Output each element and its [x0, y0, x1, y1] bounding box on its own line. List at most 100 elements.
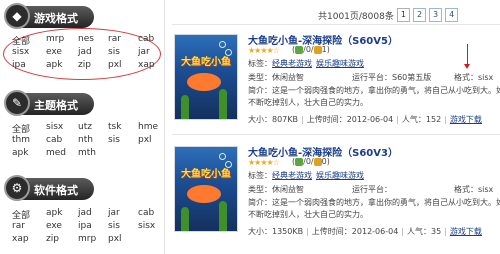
format-link[interactable]: rar [108, 34, 121, 44]
format-link[interactable]: cab [138, 208, 154, 218]
rating-stars: ★★★★☆ [248, 158, 280, 167]
format-link[interactable]: ipa [78, 221, 92, 231]
format-link[interactable]: zip [78, 60, 91, 70]
platform-label: 运行平台： [352, 73, 392, 82]
page-link[interactable]: 1 [396, 8, 410, 22]
date-label: 上传时间： [306, 115, 347, 124]
pagination: 共1001页/8008条 1 2 3 4 [318, 8, 459, 22]
vote-down-count: 0 [321, 157, 327, 166]
format-link[interactable]: rar [12, 221, 25, 231]
theme-formats-title: 主题格式 [34, 99, 78, 112]
popularity-value: 35 [431, 227, 442, 236]
tags-label: 标签： [248, 171, 272, 180]
vote-up-count: 0 [305, 157, 311, 166]
fish-icon [187, 73, 221, 91]
thumbs-down-icon[interactable] [313, 45, 322, 54]
format-link[interactable]: utz [78, 122, 92, 132]
tags-row: 标签：经典老游戏 娱乐趣味游戏 [248, 170, 368, 181]
format-link[interactable]: thm [12, 135, 30, 145]
size-label: 大小： [248, 227, 272, 236]
format-link[interactable]: cab [46, 135, 62, 145]
page-link[interactable]: 3 [429, 8, 443, 22]
format-link[interactable]: xap [12, 234, 29, 244]
format-link[interactable]: mrp [46, 34, 64, 44]
format-link[interactable]: sisx [138, 221, 155, 231]
description-line-2: 不断吃掉别人，壮大自己的实力。 [248, 98, 368, 107]
game-list-item: 大鱼吃小鱼 大鱼吃小鱼-深海探险（S60V5） ★★★★☆ (/0/1) 标签：… [172, 26, 500, 138]
platform-value: S60第五版 [392, 73, 432, 82]
format-link[interactable]: xap [138, 60, 155, 70]
format-link[interactable]: apk [46, 60, 62, 70]
platform-info: 运行平台：S60第五版 [352, 72, 431, 83]
page-link[interactable]: 4 [445, 8, 459, 22]
format-info: 格式：sisx [454, 72, 493, 83]
size-value: 807KB [272, 115, 299, 124]
red-arrow-annotation [464, 44, 470, 69]
vote-up-count: 0 [305, 45, 311, 54]
format-sidebar: ◆ 游戏格式 全部 mrp nes rar cab sisx exe jad s… [0, 0, 164, 254]
download-link[interactable]: 游戏下载 [450, 115, 482, 124]
tag-link[interactable]: 经典老游戏 [272, 171, 312, 180]
format-link[interactable]: mrp [78, 234, 96, 244]
thumbnail-logo-text: 大鱼吃小鱼 [181, 169, 231, 180]
download-link[interactable]: 游戏下载 [450, 227, 482, 236]
format-link[interactable]: 全部 [12, 34, 30, 47]
thumbnail-logo-text: 大鱼吃小鱼 [181, 57, 231, 68]
tag-link[interactable]: 娱乐趣味游戏 [316, 171, 364, 180]
game-list-item: 大鱼吃小鱼 大鱼吃小鱼-深海探险（S60V3） ★★★★☆ (/0/0) 标签：… [172, 138, 500, 250]
rating-stars: ★★★★☆ [248, 46, 280, 55]
format-link[interactable]: hme [138, 122, 158, 132]
format-link[interactable]: apk [12, 148, 28, 158]
pagination-summary: 共1001页/8008条 [318, 11, 394, 22]
format-link[interactable]: sis [108, 47, 120, 57]
format-link[interactable]: jad [78, 47, 92, 57]
format-link[interactable]: pxl [138, 135, 152, 145]
format-link[interactable]: apk [46, 208, 62, 218]
tag-link[interactable]: 娱乐趣味游戏 [316, 59, 364, 68]
format-link[interactable]: sis [108, 135, 120, 145]
format-link[interactable]: sis [108, 221, 120, 231]
format-link[interactable]: jar [138, 47, 150, 57]
theme-formats-header: ✎ 主题格式 [4, 90, 94, 116]
meta-row: 大小：807KB | 上传时间：2012-06-04 | 人气：152 | 游戏下载 [248, 115, 482, 124]
format-link[interactable]: tsk [108, 122, 121, 132]
format-link[interactable]: sisx [46, 122, 63, 132]
thumbs-down-icon[interactable] [313, 157, 322, 166]
format-link[interactable]: med [46, 148, 66, 158]
divider [172, 24, 500, 25]
format-link[interactable]: nes [78, 34, 94, 44]
thumbs-up-icon[interactable] [295, 45, 304, 54]
format-link[interactable]: pxl [108, 234, 122, 244]
format-link[interactable]: 全部 [12, 208, 30, 221]
format-link[interactable]: zip [46, 234, 59, 244]
format-link[interactable]: 全部 [12, 122, 30, 135]
type-value: 休闲益智 [272, 185, 304, 194]
format-link[interactable]: sisx [12, 47, 29, 57]
tag-link[interactable]: 经典老游戏 [272, 59, 312, 68]
format-link[interactable]: cab [138, 34, 154, 44]
format-link[interactable]: pxl [108, 60, 122, 70]
game-thumbnail[interactable]: 大鱼吃小鱼 [174, 34, 238, 120]
seaweed-decoration [181, 207, 189, 231]
format-link[interactable]: ipa [12, 60, 26, 70]
format-link[interactable]: nth [78, 135, 93, 145]
thumbs-up-icon[interactable] [295, 157, 304, 166]
description-label: 简介： [248, 86, 272, 95]
size-value: 1350KB [272, 227, 304, 236]
bubble-decoration [219, 153, 226, 160]
format-value: sisx [478, 73, 494, 82]
format-link[interactable]: exe [46, 221, 62, 231]
type-value: 休闲益智 [272, 73, 304, 82]
popularity-value: 152 [425, 115, 442, 124]
format-value: sisx [478, 185, 494, 194]
format-label: 格式： [454, 73, 478, 82]
paintbrush-icon: ✎ [4, 90, 30, 116]
date-value: 2012-06-04 [346, 115, 394, 124]
game-thumbnail[interactable]: 大鱼吃小鱼 [174, 146, 238, 232]
format-link[interactable]: mth [78, 148, 96, 158]
format-info: 格式：sisx [454, 184, 493, 195]
format-link[interactable]: exe [46, 47, 62, 57]
page-link[interactable]: 2 [412, 8, 427, 22]
format-link[interactable]: jad [78, 208, 92, 218]
format-link[interactable]: jar [108, 208, 120, 218]
